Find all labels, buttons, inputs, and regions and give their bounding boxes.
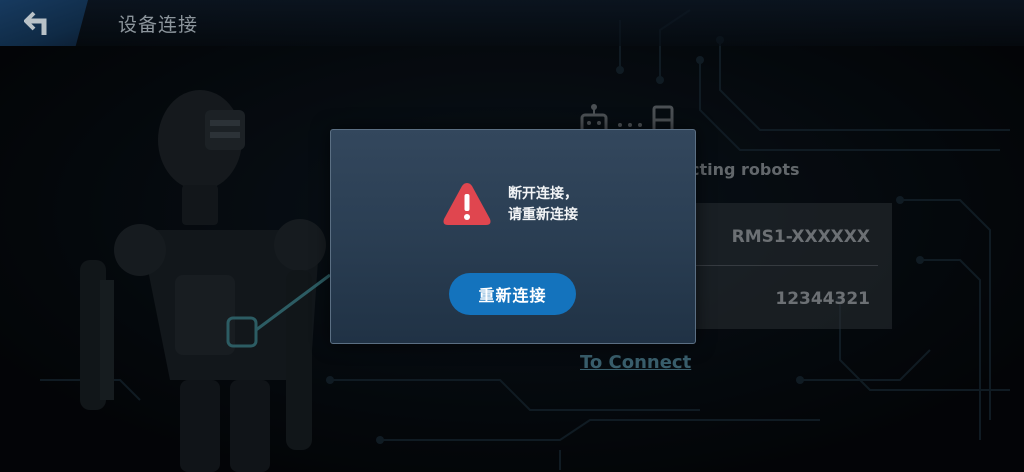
dialog-message-line1: 断开连接， (508, 186, 578, 202)
disconnect-dialog: 断开连接， 请重新连接 重新连接 (330, 129, 696, 344)
dialog-message-line2: 请重新连接 (508, 207, 578, 223)
back-arrow-icon[interactable] (24, 10, 54, 36)
warning-triangle-icon (443, 183, 491, 225)
dialog-message: 断开连接， 请重新连接 (508, 184, 578, 226)
reconnect-button[interactable]: 重新连接 (449, 273, 576, 315)
page-title: 设备连接 (118, 14, 199, 36)
